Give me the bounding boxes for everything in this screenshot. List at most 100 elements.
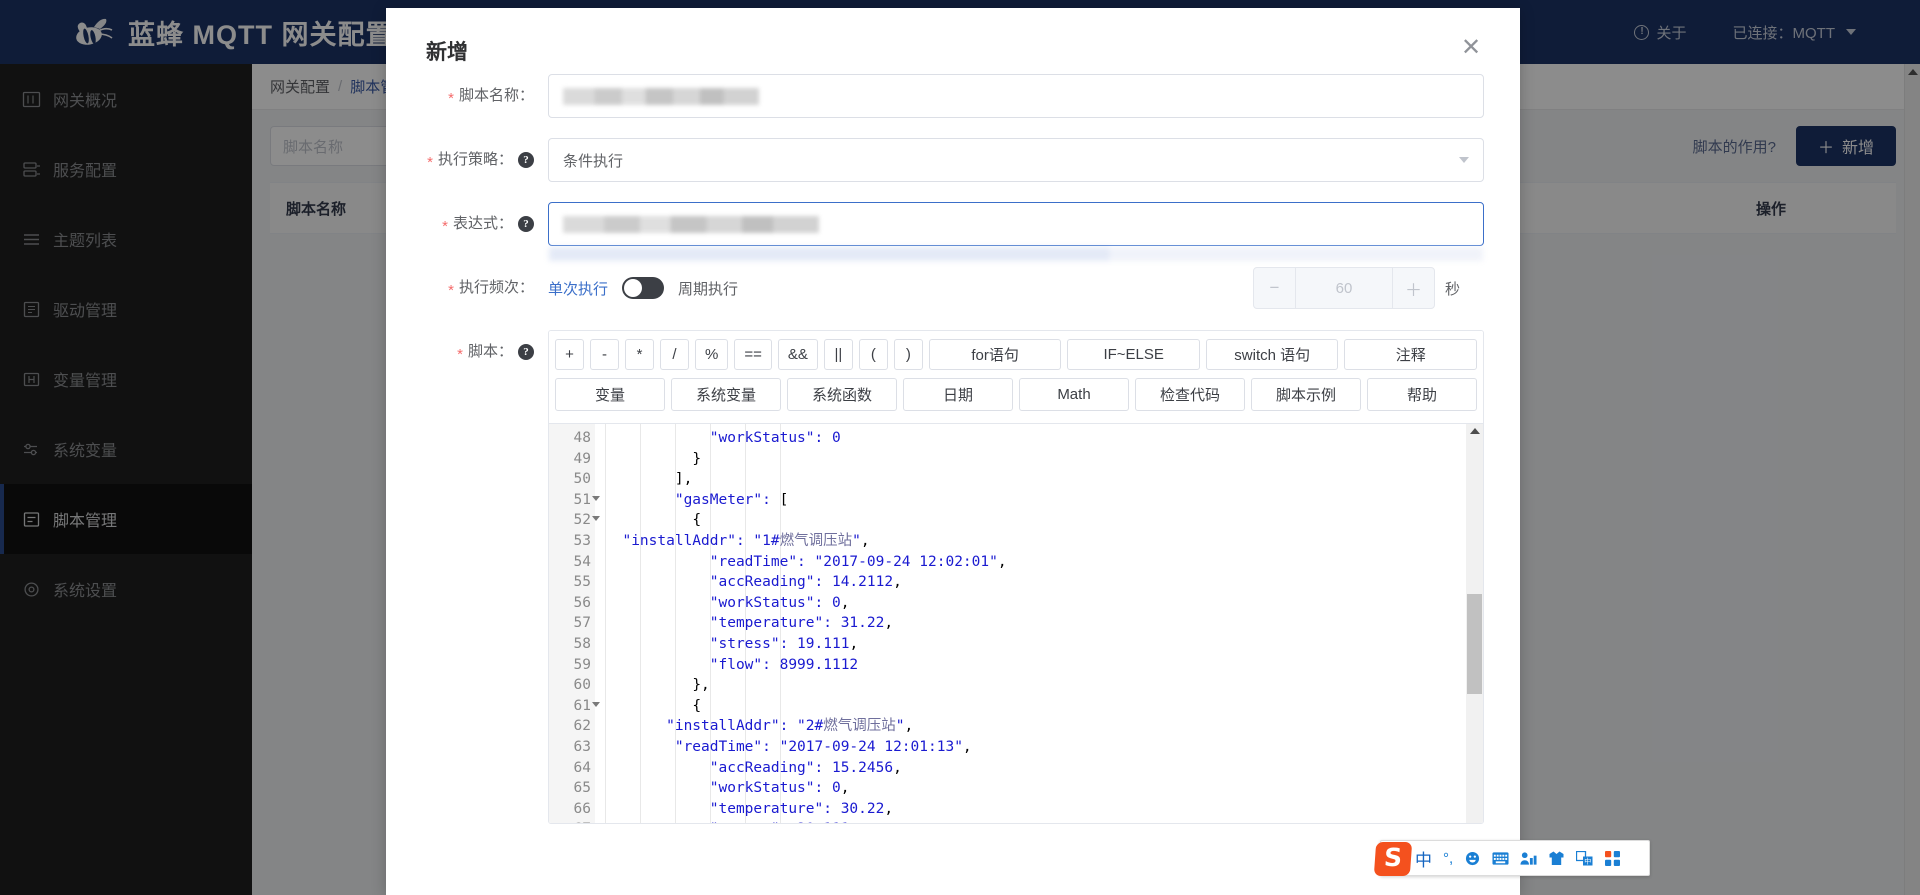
required-asterisk: *: [442, 219, 448, 234]
editor-scrollbar[interactable]: [1466, 424, 1483, 823]
redacted-value: [563, 216, 819, 233]
toolbox-icon[interactable]: [1604, 851, 1621, 866]
label-text: 执行策略：: [438, 138, 513, 182]
editor-toolbar: +-*/%==&&||()for语句IF~ELSEswitch 语句注释 变量系…: [549, 331, 1483, 423]
required-asterisk: *: [448, 283, 454, 298]
frequency-single-label[interactable]: 单次执行: [548, 278, 608, 299]
code-editor-area[interactable]: 4849505152535455565758596061626364656667…: [549, 423, 1483, 823]
line-number: 67: [549, 819, 591, 823]
form-row-script-name: * 脚本名称：: [386, 74, 1520, 118]
editor-op-button[interactable]: +: [555, 339, 584, 370]
editor-op-button[interactable]: for语句: [929, 339, 1062, 370]
exec-policy-select[interactable]: 条件执行: [548, 138, 1484, 182]
label-text: 脚本：: [468, 330, 513, 374]
editor-tool-button[interactable]: 日期: [903, 378, 1013, 411]
control-script-name: [548, 74, 1520, 118]
frequency-toggle[interactable]: [622, 277, 664, 299]
line-number: 50: [549, 469, 591, 490]
fold-triangle-icon[interactable]: [592, 496, 600, 501]
editor-op-button[interactable]: (: [859, 339, 888, 370]
code-line: "workStatus": 0,: [605, 593, 1463, 614]
frequency-cycle-label[interactable]: 周期执行: [678, 278, 738, 299]
editor-op-button[interactable]: /: [660, 339, 689, 370]
question-mark-icon[interactable]: ?: [518, 344, 534, 360]
form-row-expression: * 表达式： ?: [386, 202, 1520, 246]
code-line: ],: [605, 469, 1463, 490]
plus-icon[interactable]: ＋: [1392, 268, 1434, 308]
editor-op-button[interactable]: ): [894, 339, 923, 370]
user-lexicon-icon[interactable]: [1520, 851, 1537, 866]
frequency-controls: 单次执行 周期执行 − 60 ＋ 秒: [548, 266, 1484, 310]
fold-triangle-icon[interactable]: [592, 516, 600, 521]
question-mark-icon[interactable]: ?: [518, 216, 534, 232]
sogou-logo-icon[interactable]: S: [1374, 842, 1412, 876]
editor-op-button[interactable]: IF~ELSE: [1067, 339, 1200, 370]
editor-tool-button[interactable]: 检查代码: [1135, 378, 1245, 411]
code-line: "gasMeter": [: [605, 490, 1463, 511]
control-expression: [548, 202, 1520, 246]
editor-op-button[interactable]: %: [695, 339, 728, 370]
fold-triangle-icon[interactable]: [592, 702, 600, 707]
label-text: 表达式：: [453, 202, 513, 246]
scroll-up-arrow-icon[interactable]: [1470, 428, 1480, 434]
exec-policy-value: 条件执行: [563, 150, 623, 171]
line-number: 49: [549, 449, 591, 470]
control-script-editor: +-*/%==&&||()for语句IF~ELSEswitch 语句注释 变量系…: [548, 330, 1520, 824]
editor-tool-button[interactable]: 脚本示例: [1251, 378, 1361, 411]
interval-value[interactable]: 60: [1296, 268, 1392, 308]
script-name-input[interactable]: [548, 74, 1484, 118]
label-exec-policy: * 执行策略： ?: [386, 138, 548, 182]
editor-op-button[interactable]: 注释: [1344, 339, 1477, 370]
label-frequency: * 执行频次：: [386, 266, 548, 310]
label-script-name: * 脚本名称：: [386, 74, 548, 118]
editor-op-button[interactable]: *: [625, 339, 654, 370]
chinese-mode-icon[interactable]: 中: [1415, 846, 1432, 871]
code-line: "accReading": 14.2112,: [605, 572, 1463, 593]
sogou-ime-toolbar: S 中 °, 中: [1380, 840, 1650, 876]
emoji-icon[interactable]: [1464, 851, 1481, 866]
quantity-stepper[interactable]: − 60 ＋: [1253, 267, 1435, 309]
editor-op-button[interactable]: ||: [824, 339, 853, 370]
line-number: 60: [549, 675, 591, 696]
required-asterisk: *: [448, 91, 454, 106]
expression-input[interactable]: [548, 202, 1484, 246]
code-line: "stress": 20.111,: [605, 819, 1463, 823]
dialog-title: 新增: [426, 36, 468, 66]
label-script: * 脚本： ?: [386, 330, 548, 374]
line-number: 51: [549, 490, 591, 511]
close-icon[interactable]: ✕: [1458, 36, 1484, 62]
code-line: "temperature": 30.22,: [605, 799, 1463, 820]
editor-toolbar-row-1: +-*/%==&&||()for语句IF~ELSEswitch 语句注释: [555, 339, 1477, 370]
editor-tool-button[interactable]: 系统变量: [671, 378, 781, 411]
line-number: 57: [549, 613, 591, 634]
minus-icon[interactable]: −: [1254, 268, 1296, 308]
line-number: 55: [549, 572, 591, 593]
required-asterisk: *: [457, 347, 463, 362]
editor-op-button[interactable]: switch 语句: [1206, 339, 1339, 370]
punctuation-icon[interactable]: °,: [1443, 850, 1453, 867]
skin-icon[interactable]: [1548, 851, 1565, 866]
editor-tool-button[interactable]: 帮助: [1367, 378, 1477, 411]
line-number: 59: [549, 655, 591, 676]
code-line: },: [605, 675, 1463, 696]
scrollbar-thumb[interactable]: [1467, 594, 1482, 694]
code-line: {: [605, 510, 1463, 531]
code-line: "workStatus": 0,: [605, 778, 1463, 799]
editor-op-button[interactable]: &&: [778, 339, 818, 370]
chevron-down-icon: [1459, 157, 1469, 163]
add-script-form: * 脚本名称： * 执行策略： ? 条件执行: [386, 74, 1520, 824]
translate-icon[interactable]: 中: [1576, 851, 1593, 866]
editor-op-button[interactable]: ==: [734, 339, 772, 370]
code-line: "flow": 8999.1112: [605, 655, 1463, 676]
editor-tool-button[interactable]: 变量: [555, 378, 665, 411]
question-mark-icon[interactable]: ?: [518, 152, 534, 168]
editor-op-button[interactable]: -: [590, 339, 619, 370]
script-editor: +-*/%==&&||()for语句IF~ELSEswitch 语句注释 变量系…: [548, 330, 1484, 824]
soft-keyboard-icon[interactable]: [1492, 851, 1509, 866]
editor-tool-button[interactable]: 系统函数: [787, 378, 897, 411]
code-content[interactable]: "workStatus": 0 } ], "gasMeter": [ { "in…: [605, 424, 1463, 823]
editor-tool-button[interactable]: Math: [1019, 378, 1129, 411]
code-line: }: [605, 449, 1463, 470]
code-line: "accReading": 15.2456,: [605, 758, 1463, 779]
code-line: "readTime": "2017-09-24 12:01:13",: [605, 737, 1463, 758]
